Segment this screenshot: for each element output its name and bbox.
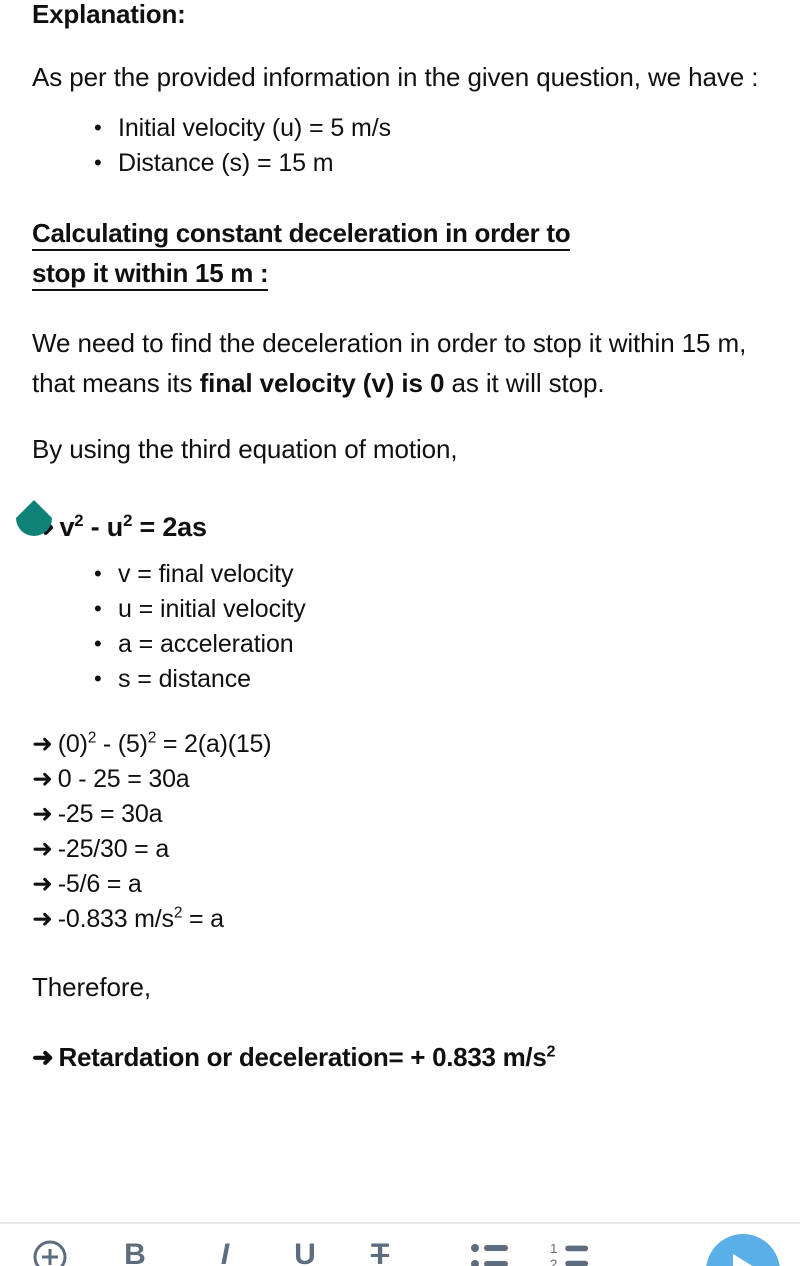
section-heading: Calculating constant deceleration in ord… [32, 181, 768, 293]
arrow-icon: ➜ [32, 765, 53, 793]
svg-text:1: 1 [550, 1241, 557, 1256]
section-heading-line-2: stop it within 15 m : [32, 258, 269, 291]
final-answer: ➜ Retardation or deceleration= + 0.833 m/… [32, 1007, 768, 1073]
strikethrough-icon[interactable]: T [360, 1240, 400, 1266]
editor-toolbar[interactable]: B I U T 1 2 [0, 1222, 800, 1266]
bold-icon-label: B [124, 1238, 146, 1266]
step-pre: 0 - 25 = 30a [57, 765, 190, 793]
step-mid: = a [182, 905, 224, 933]
arrow-icon: ➜ [32, 905, 53, 933]
add-circle-icon[interactable] [30, 1240, 70, 1266]
final-answer-text: Retardation or deceleration= + 0.833 m/s [58, 1042, 547, 1072]
therefore-label: Therefore, [32, 972, 151, 1002]
step-pre: -5/6 = a [57, 870, 142, 898]
step-sup-2: 2 [147, 729, 157, 747]
calculation-step: ➜ 0 - 25 = 30a [32, 762, 768, 797]
bold-icon[interactable]: B [115, 1240, 155, 1266]
eq-sup-2: 2 [123, 511, 133, 530]
explain-bold-phrase: final velocity (v) is 0 [199, 368, 445, 398]
step-mid: - (5) [96, 730, 148, 758]
send-arrow-icon [733, 1254, 759, 1266]
eq-end: = 2as [132, 512, 207, 542]
intro-paragraph: As per the provided information in the g… [32, 62, 759, 92]
arrow-icon: ➜ [32, 870, 53, 898]
step-pre: -0.833 m/s [57, 905, 174, 933]
eq-sup-1: 2 [74, 511, 84, 530]
page-title: Explanation: [32, 0, 186, 29]
list-item: u = initial velocity [90, 591, 768, 627]
section-heading-line-1: Calculating constant deceleration in ord… [32, 218, 571, 251]
equation-intro: By using the third equation of motion, [32, 434, 458, 464]
final-answer-sup: 2 [546, 1042, 556, 1061]
step-sup-1: 2 [87, 729, 97, 747]
third-equation-of-motion: ➜v2 - u2 = 2as [32, 469, 768, 543]
svg-text:2: 2 [550, 1256, 557, 1266]
underline-icon[interactable]: U [285, 1240, 325, 1266]
calculation-step: ➜ -25 = 30a [32, 797, 768, 832]
calculation-step: ➜ -0.833 m/s2 = a [32, 902, 768, 937]
calculation-steps: ➜ (0)2 - (5)2 = 2(a)(15) ➜ 0 - 25 = 30a ➜ -… [32, 697, 768, 937]
variable-definitions-list: v = final velocity u = initial velocity … [32, 543, 768, 697]
italic-icon-label: I [220, 1238, 230, 1266]
text-selection-handle[interactable] [12, 500, 56, 546]
list-item: Initial velocity (u) = 5 m/s [90, 110, 768, 146]
eq-v: v [59, 512, 75, 542]
explanation-content: Explanation: As per the provided informa… [0, 0, 800, 1073]
arrow-icon: ➜ [32, 1042, 54, 1072]
list-item: Distance (s) = 15 m [90, 145, 768, 181]
explain-text-part-2: as it will stop. [444, 368, 605, 398]
arrow-icon: ➜ [32, 800, 53, 828]
italic-icon[interactable]: I [205, 1240, 245, 1266]
strikethrough-icon-label: T [370, 1238, 390, 1266]
step-pre: (0) [57, 730, 88, 758]
arrow-icon: ➜ [32, 835, 53, 863]
step-post: = 2(a)(15) [156, 730, 272, 758]
calculation-step: ➜ -25/30 = a [32, 832, 768, 867]
answer-explanation-screen: Explanation: As per the provided informa… [0, 0, 800, 1266]
eq-mid: - u [83, 512, 124, 542]
step-pre: -25/30 = a [57, 835, 170, 863]
calculation-step: ➜ -5/6 = a [32, 867, 768, 902]
arrow-icon: ➜ [32, 730, 53, 758]
bulleted-list-icon[interactable] [470, 1240, 510, 1266]
underline-icon-label: U [294, 1238, 316, 1266]
toolbar-icon-row: B I U T 1 2 [0, 1224, 800, 1266]
given-values-list: Initial velocity (u) = 5 m/s Distance (s… [32, 97, 768, 181]
numbered-list-icon[interactable]: 1 2 [550, 1240, 590, 1266]
explanation-paragraph: We need to find the deceleration in orde… [32, 293, 768, 403]
list-item: a = acceleration [90, 626, 768, 662]
step-pre: -25 = 30a [57, 800, 163, 828]
calculation-step: ➜ (0)2 - (5)2 = 2(a)(15) [32, 727, 768, 762]
list-item: s = distance [90, 661, 768, 697]
list-item: v = final velocity [90, 556, 768, 592]
